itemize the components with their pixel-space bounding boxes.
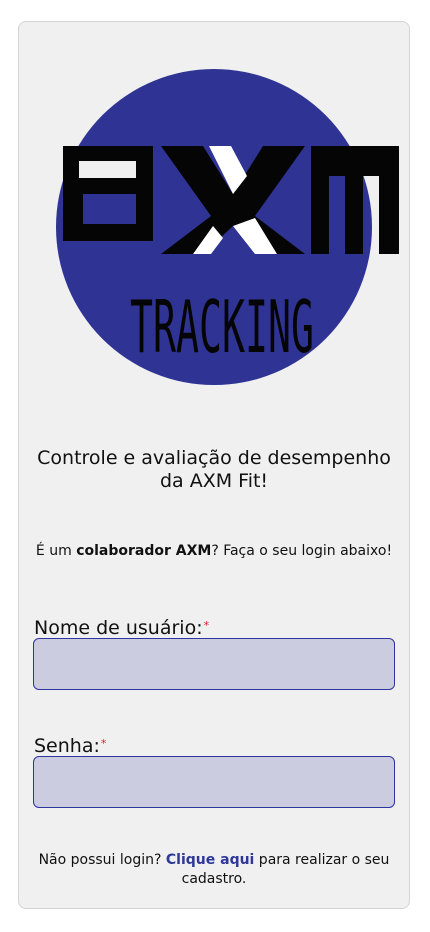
signup-prompt: Não possui login? Clique aqui para reali… [27,851,401,889]
logo-letter-a [63,146,153,241]
axm-tracking-logo: TRACKING [33,66,399,388]
login-card: TRACKING Controle e avaliação de desempe… [18,21,410,909]
required-asterisk: * [100,737,107,750]
logo-letter-m [311,146,399,254]
required-asterisk: * [203,619,210,632]
password-label-text: Senha: [34,735,100,757]
password-label: Senha:* [34,735,106,757]
username-label: Nome de usuário:* [34,617,209,639]
username-input[interactable] [33,638,395,690]
logo-subtitle: TRACKING [130,285,314,369]
intro-text: É um colaborador AXM? Faça o seu login a… [23,542,405,560]
intro-suffix: ? Faça o seu login abaixo! [211,543,393,559]
intro-bold: colaborador AXM [76,543,212,559]
signup-link[interactable]: Clique aqui [166,852,254,868]
username-label-text: Nome de usuário: [34,617,203,639]
tagline: Controle e avaliação de desempenho da AX… [37,447,391,492]
intro-prefix: É um [35,543,77,559]
signup-prefix: Não possui login? [38,852,166,868]
password-input[interactable] [33,756,395,808]
